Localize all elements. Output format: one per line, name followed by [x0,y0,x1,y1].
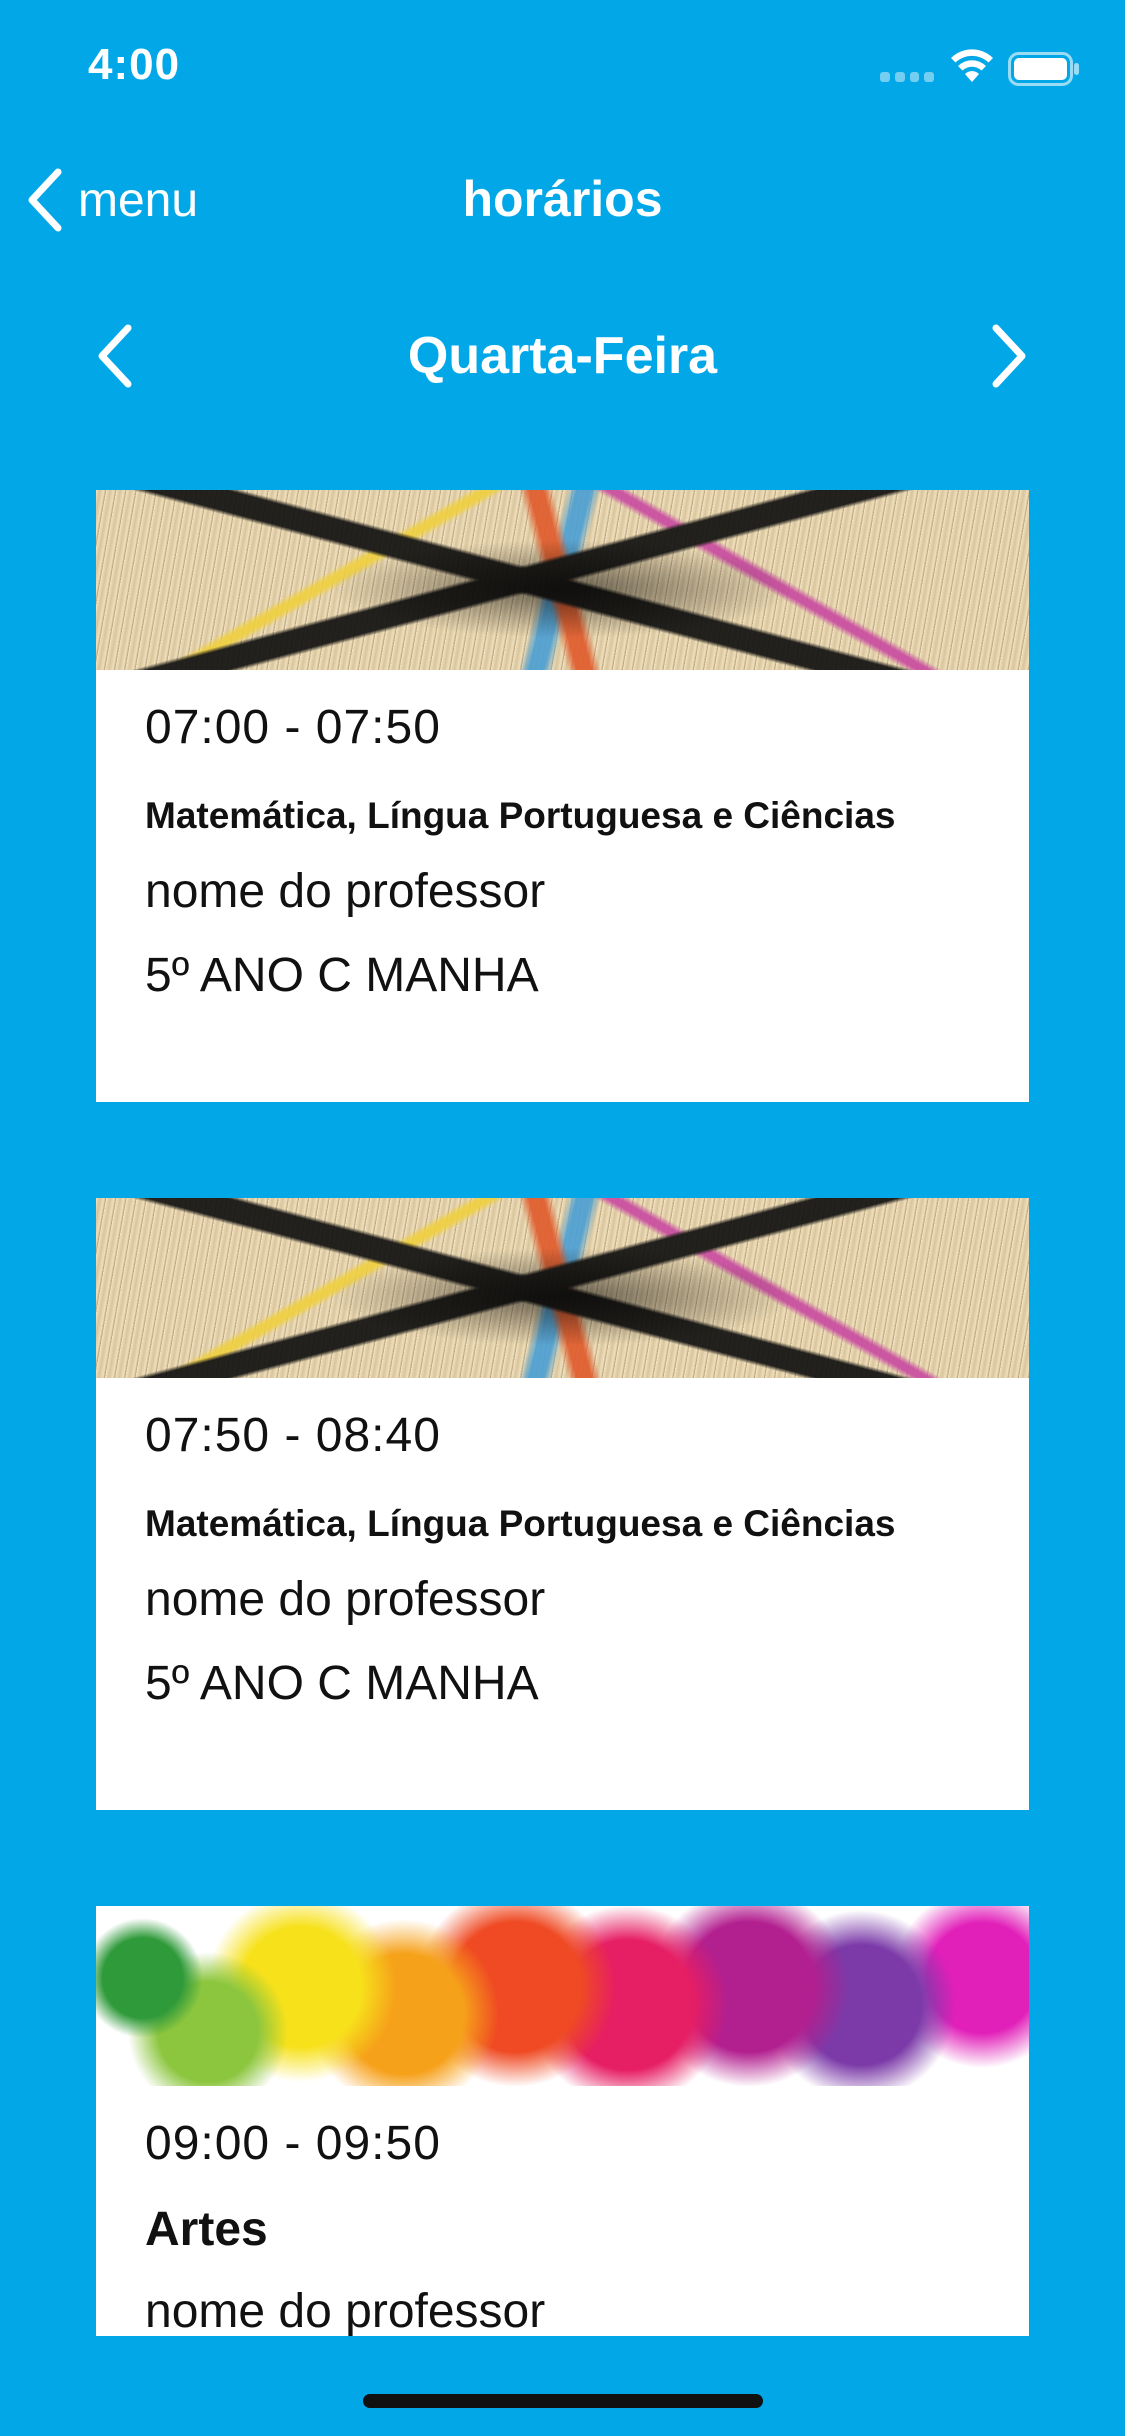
class-subject: Matemática, Língua Portuguesa e Ciências [145,795,896,836]
schedule-card[interactable]: 07:00 - 07:50 Matemática, Língua Portugu… [96,490,1029,1102]
home-indicator[interactable] [363,2394,763,2408]
class-time: 07:00 - 07:50 [145,701,441,754]
class-time: 09:00 - 09:50 [145,2117,441,2170]
teacher-name: nome do professor [145,865,546,918]
teacher-name: nome do professor [145,2285,546,2336]
teacher-name: nome do professor [145,1573,546,1626]
class-subject: Matemática, Língua Portuguesa e Ciências [145,1503,896,1544]
books-image [96,1198,1029,1378]
class-group: 5º ANO C MANHA [145,949,539,1002]
paint-splash-image [96,1906,1029,2086]
books-image [96,490,1029,670]
class-subject: Artes [145,2203,268,2256]
class-group: 5º ANO C MANHA [145,1657,539,1710]
schedule-card[interactable]: 07:50 - 08:40 Matemática, Língua Portugu… [96,1198,1029,1810]
class-time: 07:50 - 08:40 [145,1409,441,1462]
schedule-card[interactable]: 09:00 - 09:50 Artes nome do professor [96,1906,1029,2336]
schedule-list: 07:00 - 07:50 Matemática, Língua Portugu… [0,0,1125,2336]
